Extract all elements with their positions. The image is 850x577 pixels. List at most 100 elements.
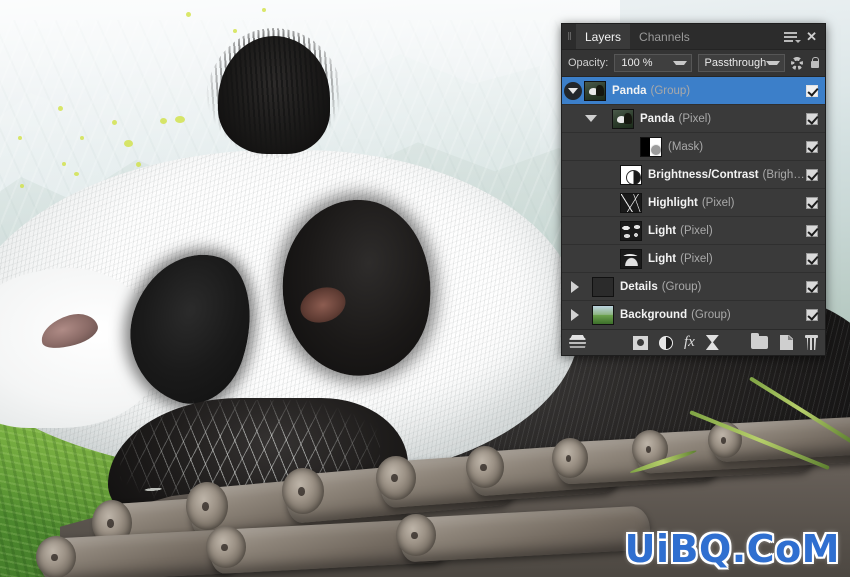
layer-list: Panda (Group) Panda (Pixel) (Mask) Brigh… — [562, 77, 825, 329]
layer-visibility-checkbox[interactable] — [806, 309, 818, 321]
layer-type: (Brightn... — [762, 168, 806, 181]
layer-type: (Mask) — [668, 140, 704, 153]
panel-titlebar: ‖ Layers Channels ✕ — [562, 24, 825, 50]
opacity-blend-row: Opacity: 100 % Passthrough — [562, 50, 825, 77]
layer-row[interactable]: Brightness/Contrast (Brightn... — [562, 161, 825, 189]
layer-thumbnail[interactable] — [584, 80, 606, 101]
speckle — [80, 136, 84, 140]
opacity-input[interactable]: 100 % — [614, 54, 692, 72]
layer-label: Brightness/Contrast (Brightn... — [648, 169, 806, 181]
live-filter-icon[interactable] — [705, 335, 719, 350]
layers-panel-toolbar: fx — [562, 329, 825, 355]
disclosure-toggle[interactable] — [580, 115, 602, 122]
layer-visibility-checkbox[interactable] — [806, 224, 818, 237]
layer-label: Highlight (Pixel) — [648, 197, 806, 209]
layer-thumbnail[interactable] — [620, 192, 642, 213]
layer-label: Light (Pixel) — [648, 225, 806, 237]
layer-type: (Pixel) — [678, 112, 712, 125]
layer-name: Highlight — [648, 196, 698, 209]
layer-thumbnail[interactable] — [620, 164, 642, 185]
opacity-value: 100 % — [621, 57, 653, 69]
log-end-face — [396, 514, 436, 556]
tab-channels-label: Channels — [639, 29, 690, 44]
lock-icon[interactable] — [809, 57, 819, 70]
layer-visibility-checkbox[interactable] — [806, 84, 818, 97]
panel-menu-icon[interactable] — [784, 31, 802, 43]
layer-thumbnail[interactable] — [592, 305, 614, 325]
layer-name: Brightness/Contrast — [648, 168, 759, 181]
layer-row[interactable]: Panda (Group) — [562, 77, 825, 105]
layer-thumbnail[interactable] — [620, 248, 642, 269]
speckle — [160, 118, 167, 124]
speckle — [233, 29, 237, 33]
log-end-face — [36, 536, 76, 577]
blend-mode-select[interactable]: Passthrough — [697, 54, 786, 72]
layer-type: (Group) — [691, 309, 731, 321]
speckle — [112, 120, 117, 125]
layer-name: Background — [620, 309, 688, 321]
layer-thumbnail[interactable] — [612, 108, 634, 129]
speckle — [58, 106, 63, 111]
layer-row[interactable]: Light (Pixel) — [562, 217, 825, 245]
layers-panel: ‖ Layers Channels ✕ Opacity: 100 % Passt… — [561, 23, 826, 356]
disclosure-toggle[interactable] — [564, 280, 586, 293]
layer-row[interactable]: Panda (Pixel) — [562, 105, 825, 133]
layer-stack-icon[interactable] — [569, 335, 586, 350]
layer-name: Panda — [612, 84, 647, 97]
layer-type: (Group) — [650, 84, 691, 97]
speckle — [136, 162, 141, 167]
tab-layers-label: Layers — [585, 29, 622, 44]
speckle — [124, 140, 133, 147]
layer-thumbnail[interactable] — [592, 276, 614, 297]
panel-titlebar-actions: ✕ — [784, 24, 825, 49]
panel-drag-grip[interactable]: ‖ — [562, 24, 576, 49]
toolbar-right-group — [751, 333, 818, 350]
adjustment-icon[interactable] — [659, 335, 673, 350]
new-layer-icon[interactable] — [780, 335, 793, 350]
layer-thumbnail[interactable] — [640, 136, 662, 157]
log-end-face — [186, 482, 228, 530]
layer-name: Light — [648, 252, 677, 265]
layer-row[interactable]: Details (Group) — [562, 273, 825, 301]
expand-collapse-icon — [571, 280, 579, 293]
disclosure-toggle[interactable] — [564, 309, 586, 321]
layer-label: Panda (Group) — [612, 85, 806, 97]
tab-channels[interactable]: Channels — [630, 24, 699, 49]
layer-type: (Pixel) — [680, 224, 713, 237]
layer-visibility-checkbox[interactable] — [806, 112, 818, 125]
expand-collapse-icon — [564, 81, 582, 100]
expand-collapse-icon — [571, 309, 579, 321]
effects-fx-icon[interactable]: fx — [684, 335, 695, 350]
layer-visibility-checkbox[interactable] — [806, 168, 818, 181]
add-mask-icon[interactable] — [633, 335, 648, 350]
speckle — [18, 136, 22, 140]
chevron-down-icon[interactable] — [766, 61, 781, 65]
layer-label: Details (Group) — [620, 281, 806, 293]
toolbar-middle-group: fx — [633, 335, 719, 350]
layer-label: (Mask) — [668, 141, 806, 153]
watermark-text: UiBQ.CoM — [624, 527, 840, 571]
gear-icon[interactable] — [791, 56, 804, 70]
blend-mode-value: Passthrough — [704, 57, 767, 69]
layer-visibility-checkbox[interactable] — [806, 252, 818, 265]
close-icon[interactable]: ✕ — [806, 30, 817, 43]
layer-type: (Pixel) — [701, 196, 735, 209]
layer-row[interactable]: Light (Pixel) — [562, 245, 825, 273]
layer-label: Panda (Pixel) — [640, 113, 806, 125]
panda-ear-fur — [206, 28, 342, 158]
tab-layers[interactable]: Layers — [576, 24, 631, 49]
layer-row[interactable]: Highlight (Pixel) — [562, 189, 825, 217]
delete-layer-icon[interactable] — [805, 335, 818, 350]
log-end-face — [552, 438, 588, 478]
layer-visibility-checkbox[interactable] — [806, 280, 818, 293]
layer-type: (Group) — [661, 280, 702, 293]
layer-visibility-checkbox[interactable] — [806, 140, 818, 153]
layer-visibility-checkbox[interactable] — [806, 196, 818, 209]
layer-row[interactable]: Background (Group) — [562, 301, 825, 329]
disclosure-toggle[interactable] — [562, 81, 584, 100]
new-group-icon[interactable] — [751, 333, 768, 349]
log-end-face — [466, 446, 504, 488]
layer-row[interactable]: (Mask) — [562, 133, 825, 161]
layer-thumbnail[interactable] — [620, 220, 642, 241]
chevron-down-icon[interactable] — [672, 61, 687, 65]
